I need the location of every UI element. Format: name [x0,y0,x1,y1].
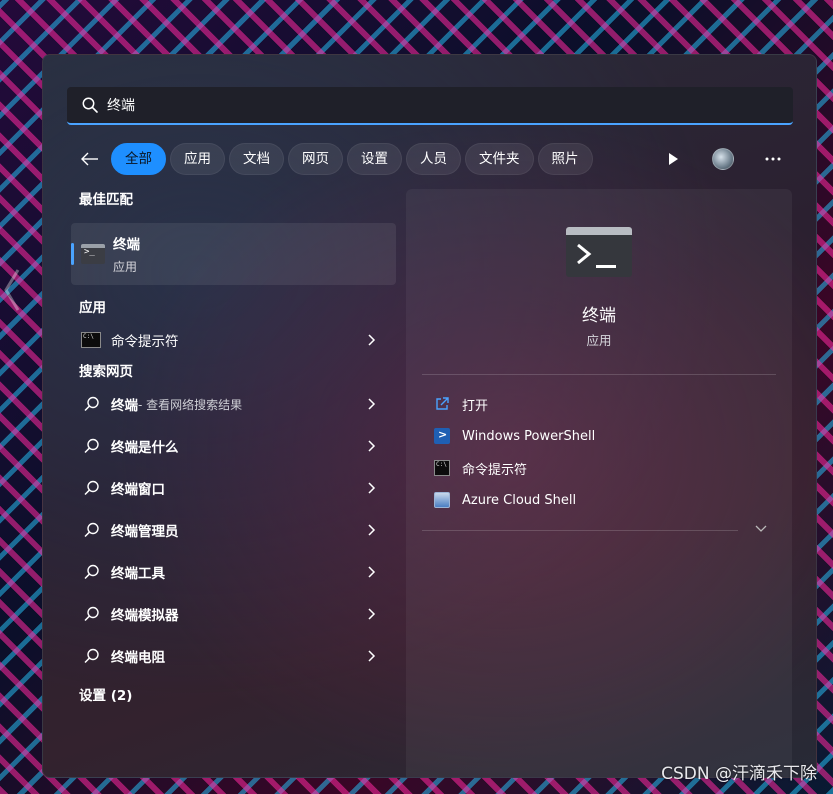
search-input[interactable] [107,97,707,113]
chevron-right-icon[interactable] [368,439,376,453]
search-icon [84,522,99,538]
search-box[interactable] [67,87,793,125]
web-item-sublabel: - 查看网络搜索结果 [138,397,243,412]
web-item-label: 终端窗口 [111,482,165,498]
filter-tab-apps[interactable]: 应用 [170,143,225,175]
app-item-label: 命令提示符 [111,334,179,350]
filter-tab-settings[interactable]: 设置 [347,143,402,175]
web-item-search-results[interactable]: 终端 - 查看网络搜索结果 [71,383,396,425]
search-icon [84,396,99,412]
best-match-subtitle: 应用 [113,260,138,274]
arrow-left-icon [81,152,98,166]
search-icon [82,97,98,113]
web-item-label: 终端是什么 [111,440,179,456]
web-item-suggestion[interactable]: 终端电阻 [71,635,396,677]
chevron-down-icon[interactable] [754,524,768,534]
filter-tab-documents[interactable]: 文档 [229,143,284,175]
chevron-right-icon[interactable] [368,649,376,663]
chevron-right-icon[interactable] [368,481,376,495]
best-match-title: 终端 [113,237,140,253]
chevron-right-icon[interactable] [368,523,376,537]
chevron-right-icon[interactable] [368,333,376,347]
preview-subtitle: 应用 [586,333,612,348]
watermark: CSDN @汗滴禾下除 [661,764,817,784]
powershell-icon [434,428,450,444]
terminal-icon [81,244,105,264]
action-powershell[interactable]: Windows PowerShell [434,425,595,447]
web-item-label: 终端 [111,398,138,414]
filter-tab-all[interactable]: 全部 [111,143,166,175]
chevron-right-icon[interactable] [368,607,376,621]
back-button[interactable] [77,146,103,172]
chevron-right-icon[interactable] [368,565,376,579]
preview-title: 终端 [582,306,616,326]
action-label: 打开 [462,398,489,414]
prompt-cursor-icon [596,265,616,268]
section-heading-best-match: 最佳匹配 [79,192,133,208]
web-item-suggestion[interactable]: 终端工具 [71,551,396,593]
web-item-label: 终端电阻 [111,650,165,666]
more-options-button[interactable] [759,145,787,173]
web-item-suggestion[interactable]: 终端是什么 [71,425,396,467]
action-label: 命令提示符 [462,462,528,478]
play-icon [669,153,678,165]
more-filters-button[interactable] [659,145,687,173]
action-cmd[interactable]: 命令提示符 [434,457,527,479]
web-item-label: 终端模拟器 [111,608,179,624]
account-button[interactable] [709,145,737,173]
cmd-icon [81,332,101,348]
action-open[interactable]: 打开 [434,393,488,415]
divider [422,374,776,375]
search-icon [84,480,99,496]
search-icon [84,648,99,664]
avatar [712,148,734,170]
azure-cloud-shell-icon [434,492,450,508]
start-search-panel: 全部 应用 文档 网页 设置 人员 文件夹 照片 最佳匹配 [42,54,817,778]
section-heading-settings[interactable]: 设置 (2) [71,685,396,707]
divider [422,530,738,531]
action-label: Windows PowerShell [462,428,596,444]
section-heading-web: 搜索网页 [79,364,133,380]
results-list: 最佳匹配 终端 应用 应用 命令提示符 搜索网页 终端 - 查看网络搜索结果 终… [71,189,396,707]
filter-tab-people[interactable]: 人员 [406,143,461,175]
cmd-icon [434,460,450,476]
background-chevron-left-icon [4,269,20,311]
ellipsis-icon [765,157,781,161]
action-azure-cloud-shell[interactable]: Azure Cloud Shell [434,489,576,511]
web-item-suggestion[interactable]: 终端模拟器 [71,593,396,635]
terminal-large-icon [566,227,632,277]
app-item-cmd[interactable]: 命令提示符 [71,319,396,361]
preview-pane: 终端 应用 打开 Windows PowerShell 命令提示符 Azure … [406,189,792,777]
section-heading-apps: 应用 [79,300,106,316]
web-item-label: 终端工具 [111,566,165,582]
web-item-label: 终端管理员 [111,524,179,540]
search-icon [84,438,99,454]
prompt-chevron-icon [577,243,592,265]
open-external-icon [436,397,449,410]
search-icon [84,564,99,580]
search-icon [84,606,99,622]
filter-tab-folders[interactable]: 文件夹 [465,143,534,175]
web-item-suggestion[interactable]: 终端窗口 [71,467,396,509]
selection-indicator [71,243,74,265]
best-match-terminal[interactable]: 终端 应用 [71,223,396,285]
action-label: Azure Cloud Shell [462,492,577,508]
chevron-right-icon[interactable] [368,397,376,411]
filter-bar: 全部 应用 文档 网页 设置 人员 文件夹 照片 [77,143,787,175]
filter-tab-photos[interactable]: 照片 [537,143,593,175]
filter-tab-web[interactable]: 网页 [288,143,343,175]
web-item-suggestion[interactable]: 终端管理员 [71,509,396,551]
